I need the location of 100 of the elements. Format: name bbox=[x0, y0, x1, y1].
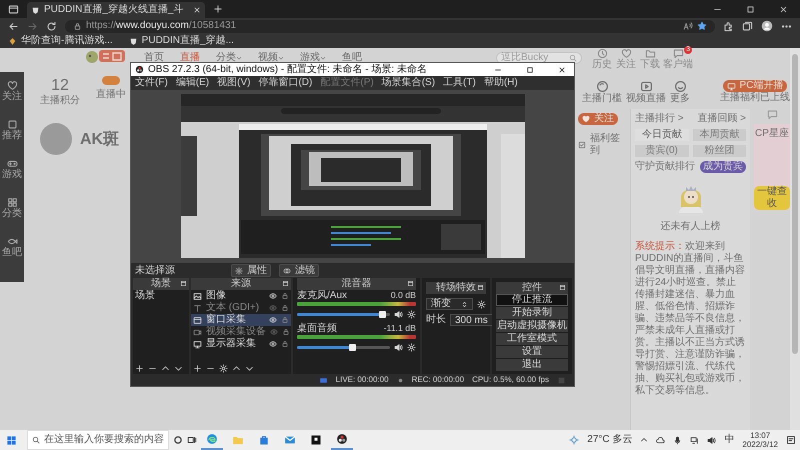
nav-link[interactable]: 游戏 bbox=[300, 52, 320, 64]
address-bar[interactable]: https://www.douyu.com/10581431 bbox=[65, 20, 715, 32]
add-icon[interactable] bbox=[135, 364, 144, 372]
rank-tab[interactable]: 粉丝团 bbox=[692, 145, 746, 157]
menu-item[interactable]: 场景集合(S) bbox=[382, 77, 436, 89]
undock-icon[interactable] bbox=[559, 284, 566, 291]
bag-icon[interactable] bbox=[258, 434, 270, 446]
sidebar-link[interactable]: 推荐 bbox=[2, 130, 22, 142]
obs-icon[interactable] bbox=[336, 433, 348, 445]
source-item[interactable]: 窗口采集 bbox=[191, 314, 291, 326]
back-icon[interactable] bbox=[8, 20, 19, 32]
speaker-icon[interactable] bbox=[394, 343, 403, 352]
lock-icon[interactable] bbox=[281, 340, 289, 348]
refresh-icon[interactable] bbox=[46, 20, 57, 32]
control-button[interactable]: 设置 bbox=[496, 346, 568, 358]
lock-icon[interactable] bbox=[281, 292, 289, 300]
caret-icon[interactable] bbox=[236, 55, 242, 61]
bookmark-link[interactable]: PUDDIN直播_穿越... bbox=[142, 35, 234, 47]
volume-slider[interactable] bbox=[297, 346, 390, 349]
filters-button[interactable]: 滤镜 bbox=[279, 264, 319, 277]
play-icon[interactable] bbox=[640, 80, 652, 93]
maximize-icon[interactable] bbox=[526, 66, 534, 74]
lock-icon[interactable] bbox=[73, 22, 82, 30]
close-icon[interactable] bbox=[558, 66, 566, 74]
undock-icon[interactable] bbox=[282, 280, 289, 287]
source-item[interactable]: 视频采集设备 bbox=[191, 326, 291, 338]
caret-icon[interactable] bbox=[320, 55, 326, 61]
settings-icon[interactable] bbox=[407, 310, 416, 319]
menu-item[interactable]: 帮助(H) bbox=[484, 77, 518, 89]
control-button[interactable]: 工作室模式 bbox=[496, 333, 568, 345]
pc-stream-button[interactable]: PC端开播 bbox=[722, 80, 788, 92]
ad-poster[interactable]: CP星座 一键查收 bbox=[754, 124, 790, 210]
chevron-up-icon[interactable] bbox=[161, 364, 170, 372]
collections-icon[interactable] bbox=[742, 20, 753, 32]
sidebar-link[interactable]: 分类 bbox=[2, 208, 22, 220]
undock-icon[interactable] bbox=[407, 280, 414, 287]
clock[interactable]: 13:07 2022/3/12 bbox=[742, 431, 778, 449]
mail-icon[interactable] bbox=[284, 434, 296, 446]
profile-avatar-icon[interactable] bbox=[761, 20, 773, 32]
menu-item[interactable]: 编辑(E) bbox=[176, 77, 210, 89]
properties-button[interactable]: 属性 bbox=[231, 264, 271, 277]
vip-button[interactable]: 成为贵宾 bbox=[700, 161, 746, 173]
collect-button[interactable]: 一键查收 bbox=[754, 186, 790, 210]
scrollbar[interactable] bbox=[790, 48, 800, 430]
bookmark-link[interactable]: 华阶查询-腾讯游戏... bbox=[21, 35, 113, 47]
source-item[interactable]: 显示器采集 bbox=[191, 338, 291, 350]
input-method[interactable]: 中 bbox=[724, 434, 734, 446]
square-icon[interactable] bbox=[6, 119, 18, 130]
source-item[interactable]: 图像 bbox=[191, 290, 291, 302]
menu-item[interactable]: 工具(T) bbox=[443, 77, 476, 89]
heart-icon[interactable] bbox=[6, 80, 18, 91]
task-view-icon[interactable] bbox=[187, 435, 197, 445]
lock-icon[interactable] bbox=[281, 304, 289, 312]
panel-link[interactable]: 主播排行 > bbox=[635, 113, 684, 125]
app-icon[interactable] bbox=[310, 434, 322, 446]
speaker-icon[interactable] bbox=[394, 310, 403, 319]
undock-icon[interactable] bbox=[180, 280, 187, 287]
speaker-icon[interactable] bbox=[707, 436, 716, 444]
tab-actions-icon[interactable] bbox=[8, 4, 19, 14]
settings-icon[interactable] bbox=[477, 300, 486, 308]
checkin-link[interactable]: 福利签到 bbox=[590, 133, 626, 157]
gamepad-icon[interactable] bbox=[6, 158, 18, 169]
source-item[interactable]: 文本 (GDI+) bbox=[191, 302, 291, 314]
nav-link[interactable]: 首页 bbox=[144, 52, 164, 64]
sidebar-link[interactable]: 鱼吧 bbox=[2, 247, 22, 259]
menu-item[interactable]: 视图(V) bbox=[217, 77, 250, 89]
cortana-icon[interactable] bbox=[173, 435, 183, 445]
cloud-icon[interactable] bbox=[656, 436, 666, 444]
sidebar-link[interactable]: 游戏 bbox=[2, 169, 22, 181]
grid-icon[interactable] bbox=[6, 197, 18, 208]
scrollbar-thumb[interactable] bbox=[792, 54, 798, 354]
scene-item[interactable]: 场景 bbox=[133, 290, 189, 302]
nav-link[interactable]: 鱼吧 bbox=[342, 52, 362, 64]
caret-icon[interactable] bbox=[278, 55, 284, 61]
microphone-icon[interactable] bbox=[673, 436, 682, 444]
fish-icon[interactable] bbox=[6, 236, 18, 247]
weather-icon[interactable] bbox=[569, 435, 580, 445]
volume-slider[interactable] bbox=[297, 313, 390, 316]
panel-link[interactable]: 直播回顾 > bbox=[697, 113, 746, 125]
undock-icon[interactable] bbox=[477, 284, 484, 291]
control-button[interactable]: 启动虚拟摄像机 bbox=[496, 320, 568, 332]
weather-text[interactable]: 27°C 多云 bbox=[587, 434, 632, 446]
nav-link[interactable]: 直播 bbox=[180, 52, 200, 64]
control-button[interactable]: 停止推流 bbox=[496, 294, 568, 306]
network-icon[interactable] bbox=[690, 436, 700, 444]
rank-tab[interactable]: 贵宾(0) bbox=[635, 145, 688, 157]
sidebar-link[interactable]: 关注 bbox=[2, 91, 22, 103]
duration-field[interactable]: 300 ms bbox=[450, 314, 493, 326]
browser-icon[interactable] bbox=[206, 433, 218, 445]
notifications-icon[interactable] bbox=[786, 435, 796, 445]
start-icon[interactable] bbox=[6, 434, 17, 446]
control-button[interactable]: 开始录制 bbox=[496, 307, 568, 319]
rank-tab[interactable]: 今日贡献 bbox=[635, 129, 688, 141]
follow-button[interactable]: 关注 bbox=[578, 113, 618, 125]
taskbar-search[interactable]: 在这里输入你要搜索的内容 bbox=[27, 430, 169, 450]
ring-icon[interactable] bbox=[596, 80, 608, 93]
control-button[interactable]: 退出 bbox=[496, 359, 568, 371]
live-toggle[interactable] bbox=[102, 76, 120, 85]
lock-icon[interactable] bbox=[281, 316, 289, 324]
nav-link[interactable]: 分类 bbox=[216, 52, 236, 64]
